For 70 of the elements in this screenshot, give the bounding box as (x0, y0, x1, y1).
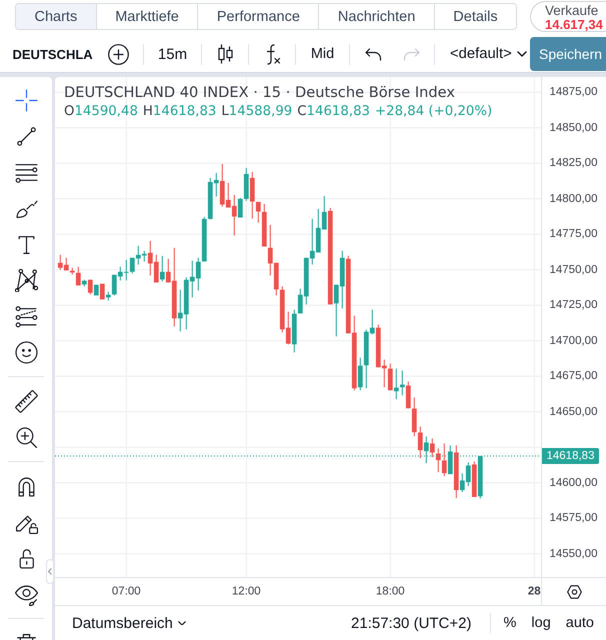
crosshair-icon[interactable] (14, 88, 38, 112)
candlestick (76, 266, 81, 286)
lines-with-nodes-icon[interactable] (14, 304, 38, 328)
candlestick (400, 370, 405, 396)
candlestick (412, 397, 417, 437)
candlestick (256, 201, 261, 224)
undo-icon[interactable] (364, 48, 382, 60)
candlestick (160, 255, 165, 282)
sell-button[interactable]: Verkaufe 14.617,34 (530, 1, 606, 32)
price-change: +28,84 (+0,20%) (375, 103, 492, 121)
ohlc-value: H14618,83 (142, 103, 216, 121)
time-label: 07:00 (112, 586, 141, 598)
tab[interactable]: Charts (16, 4, 96, 29)
chart-title: DEUTSCHLAND 40 INDEX · 15 · Deutsche Börse Index (64, 83, 456, 102)
scale-option[interactable]: log (531, 615, 551, 631)
candlestick (430, 438, 435, 458)
ohlc-value: O14590,48 (64, 103, 138, 121)
price-source-button[interactable]: Mid (310, 46, 334, 62)
tab[interactable]: Details (434, 4, 516, 29)
eye-icon[interactable] (14, 582, 38, 606)
chevron-down-icon (516, 51, 527, 57)
zoom-in-icon[interactable] (14, 426, 38, 448)
ohlc-value: L14588,99 (221, 103, 292, 121)
candlestick (418, 426, 423, 459)
chevron-left-icon (48, 568, 52, 575)
candlestick (388, 363, 393, 391)
price-label: 14725,00 (550, 298, 598, 312)
price-label: 14875,00 (550, 85, 598, 100)
ohlc-value: C14618,83 (297, 103, 370, 121)
scale-option[interactable]: % (504, 615, 516, 631)
current-price-tag: 14618,83 (542, 448, 599, 464)
trend-line-icon[interactable] (14, 124, 38, 148)
date-range-button[interactable]: Datumsbereich (72, 614, 186, 632)
candlestick (100, 283, 105, 300)
candlestick (442, 443, 447, 477)
candlestick (250, 171, 255, 220)
candlestick-icon[interactable] (218, 44, 232, 64)
candlestick (394, 368, 399, 400)
candlestick (406, 381, 411, 409)
settings-icon[interactable] (566, 584, 582, 598)
price-label: 14700,00 (550, 334, 598, 348)
candlestick (424, 436, 429, 464)
plus-circle-icon[interactable] (108, 44, 129, 64)
price-label: 14650,00 (550, 404, 598, 419)
ruler-icon[interactable] (14, 390, 38, 412)
scale-option[interactable]: auto (566, 615, 594, 631)
price-label: 14600,00 (550, 476, 598, 490)
candlestick (448, 445, 453, 475)
date-label: 28 (528, 586, 541, 598)
candlestick (358, 357, 363, 391)
chevron-down-icon (178, 620, 186, 626)
time-label: 12:00 (232, 586, 261, 598)
symbol-button[interactable]: DEUTSCHLA (12, 46, 93, 62)
price-label: 14825,00 (550, 156, 598, 170)
price-label: 14575,00 (550, 511, 598, 526)
price-label: 14800,00 (550, 192, 598, 206)
connected-nodes-icon[interactable] (14, 268, 38, 292)
smiley-icon[interactable] (14, 340, 38, 364)
price-label: 14550,00 (550, 546, 598, 561)
time-label: 18:00 (376, 586, 405, 598)
layout-dropdown[interactable]: <default> (450, 46, 527, 62)
candlestick (88, 279, 93, 295)
price-label: 14775,00 (550, 227, 598, 242)
candlestick (238, 197, 243, 218)
clock-time: 21:57:30 (UTC+2) (351, 614, 472, 632)
save-button[interactable]: Speichern (530, 37, 606, 71)
price-label: 14750,00 (550, 262, 598, 277)
price-label: 14675,00 (550, 369, 598, 384)
price-label: 14850,00 (550, 120, 598, 135)
interval-button[interactable]: 15m (158, 46, 188, 62)
